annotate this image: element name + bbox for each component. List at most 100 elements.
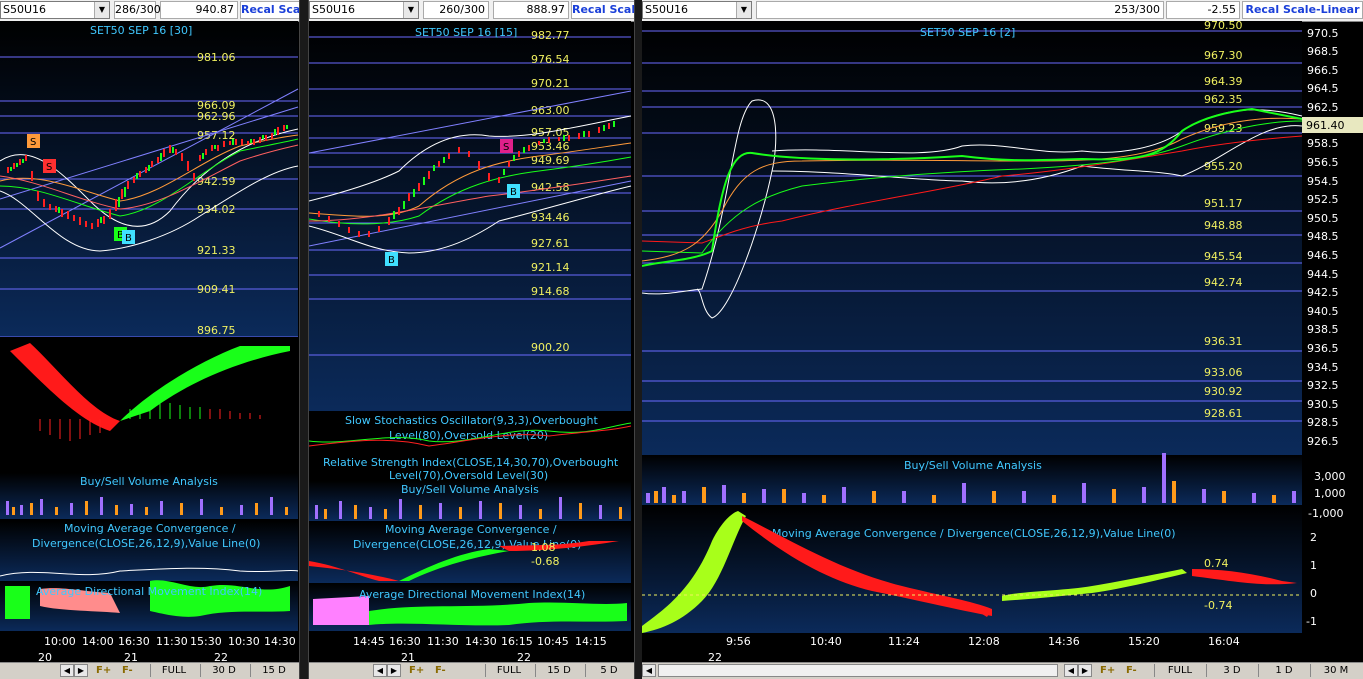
full-button[interactable]: FULL xyxy=(1154,664,1205,677)
recal-scale-button[interactable]: Recal Scale-Linear xyxy=(1242,1,1363,19)
last-price: -2.55 xyxy=(1166,1,1240,19)
level-label: 921.14 xyxy=(531,261,570,274)
symbol-select[interactable]: S50U16 ▼ xyxy=(309,1,419,19)
y-axis-label: 934.5 xyxy=(1307,361,1339,374)
scroll-left-icon[interactable]: ◀ xyxy=(642,664,656,677)
range-5d-button[interactable]: 5 D xyxy=(585,664,632,677)
y-axis-label: 968.5 xyxy=(1307,45,1339,58)
zoom-out-icon[interactable]: F- xyxy=(122,664,133,677)
scroll-right-icon[interactable]: ▶ xyxy=(74,664,88,677)
last-price: 940.87 xyxy=(160,1,238,19)
macd-value: 1.08 xyxy=(531,541,556,554)
macd-axis-label: 2 xyxy=(1310,531,1317,544)
panel-splitter[interactable] xyxy=(299,0,309,679)
recal-scale-button[interactable]: Recal Scale xyxy=(240,1,304,19)
scroll-right-icon[interactable]: ▶ xyxy=(1078,664,1092,677)
macd-value: -0.68 xyxy=(531,555,559,568)
pane-title: Divergence(CLOSE,26,12,9),Value Line(0) xyxy=(32,537,260,550)
scroll-left-icon[interactable]: ◀ xyxy=(373,664,387,677)
panel-bottom-bar: ◀ ▶ F+ F- FULL 30 D 15 D xyxy=(0,662,304,679)
time-label: 11:30 xyxy=(156,635,188,648)
volume-axis-label: -1,000 xyxy=(1308,507,1343,520)
full-button[interactable]: FULL xyxy=(485,664,532,677)
macd-value: -0.74 xyxy=(1204,599,1232,612)
level-label: 962.96 xyxy=(197,110,236,123)
level-label: 930.92 xyxy=(1204,385,1243,398)
symbol-select[interactable]: S50U16 ▼ xyxy=(642,1,752,19)
chevron-down-icon[interactable]: ▼ xyxy=(403,2,418,18)
chart-panel-2min: S50U16 ▼ 253/300 -2.55 Recal Scale-Linear… xyxy=(642,0,1363,679)
level-label: 909.41 xyxy=(197,283,236,296)
range-30d-button[interactable]: 30 D xyxy=(200,664,247,677)
bar-count: 253/300 xyxy=(756,1,1164,19)
pane-title: Buy/Sell Volume Analysis xyxy=(401,483,539,496)
zoom-in-icon[interactable]: F+ xyxy=(96,664,111,677)
symbol-select[interactable]: S50U16 ▼ xyxy=(0,1,110,19)
chevron-down-icon[interactable]: ▼ xyxy=(736,2,751,18)
y-axis-label: 928.5 xyxy=(1307,416,1339,429)
y-axis-label: 964.5 xyxy=(1307,82,1339,95)
sell-marker-label: S xyxy=(30,137,36,148)
range-1d-button[interactable]: 1 D xyxy=(1258,664,1309,677)
level-label: 900.20 xyxy=(531,341,570,354)
chevron-down-icon[interactable]: ▼ xyxy=(94,2,109,18)
scroll-left-icon[interactable]: ◀ xyxy=(60,664,74,677)
level-label: 970.21 xyxy=(531,77,570,90)
range-3d-button[interactable]: 3 D xyxy=(1206,664,1257,677)
sell-marker-label: S xyxy=(503,142,509,153)
macd-axis-label: -1 xyxy=(1306,615,1317,628)
volume-axis-label: 1,000 xyxy=(1314,487,1346,500)
panel-bottom-bar: ◀ ◀ ▶ F+ F- FULL 3 D 1 D 30 M xyxy=(642,662,1363,679)
price-chart[interactable]: SET50 SEP 16 [30] 981.06 966.09 962.96 9… xyxy=(0,21,304,663)
range-15d-button[interactable]: 15 D xyxy=(535,664,582,677)
last-price: 888.97 xyxy=(493,1,569,19)
y-axis-label: 932.5 xyxy=(1307,379,1339,392)
y-axis-label: 948.5 xyxy=(1307,230,1339,243)
chart-title: SET50 SEP 16 [2] xyxy=(920,26,1015,39)
pane-title: Slow Stochastics Oscillator(9,3,3),Overb… xyxy=(345,414,598,427)
zoom-in-icon[interactable]: F+ xyxy=(409,664,424,677)
pane-title: Level(70),Oversold Level(30) xyxy=(389,469,548,482)
buy-marker-label: B xyxy=(125,233,132,244)
chart-panel-30min: S50U16 ▼ 286/300 940.87 Recal Scale SET50… xyxy=(0,0,304,679)
level-label: 951.17 xyxy=(1204,197,1243,210)
chart-panel-15min: S50U16 ▼ 260/300 888.97 Recal Scale SET50… xyxy=(309,0,635,679)
time-label: 11:30 xyxy=(427,635,459,648)
time-label: 11:24 xyxy=(888,635,920,648)
y-axis-label: 952.5 xyxy=(1307,193,1339,206)
y-axis-label: 954.5 xyxy=(1307,175,1339,188)
y-axis-label: 950.5 xyxy=(1307,212,1339,225)
range-15d-button[interactable]: 15 D xyxy=(250,664,297,677)
recal-scale-button[interactable]: Recal Scale xyxy=(571,1,635,19)
price-chart[interactable]: SET50 SEP 16 [2] 970.50 967.30 964.39 96… xyxy=(642,21,1363,663)
zoom-out-icon[interactable]: F- xyxy=(435,664,446,677)
level-label: 942.58 xyxy=(531,181,570,194)
buy-marker-label: B xyxy=(388,255,395,266)
scroll-right-icon[interactable]: ▶ xyxy=(387,664,401,677)
chart-title: SET50 SEP 16 [30] xyxy=(90,24,192,37)
level-label: 962.35 xyxy=(1204,93,1243,106)
y-axis-label: 946.5 xyxy=(1307,249,1339,262)
y-axis-label: 966.5 xyxy=(1307,64,1339,77)
level-label: 970.50 xyxy=(1204,21,1243,32)
zoom-out-icon[interactable]: F- xyxy=(1126,664,1137,677)
horizontal-scrollbar[interactable] xyxy=(658,664,1058,677)
time-label: 14:30 xyxy=(465,635,497,648)
symbol-value: S50U16 xyxy=(312,3,356,16)
level-label: 934.46 xyxy=(531,211,570,224)
zoom-in-icon[interactable]: F+ xyxy=(1100,664,1115,677)
range-30m-button[interactable]: 30 M xyxy=(1310,664,1361,677)
price-chart[interactable]: SET50 SEP 16 [15] 982.77 976.54 970.21 9… xyxy=(309,21,635,663)
time-label: 16:15 xyxy=(501,635,533,648)
pane-title: Moving Average Convergence / xyxy=(64,522,236,535)
symbol-value: S50U16 xyxy=(3,3,47,16)
y-axis-label: 942.5 xyxy=(1307,286,1339,299)
time-label: 14:36 xyxy=(1048,635,1080,648)
y-axis-label: 940.5 xyxy=(1307,305,1339,318)
symbol-value: S50U16 xyxy=(645,3,689,16)
level-label: 964.39 xyxy=(1204,75,1243,88)
level-label: 927.61 xyxy=(531,237,570,250)
y-axis-label: 936.5 xyxy=(1307,342,1339,355)
scroll-left-icon[interactable]: ◀ xyxy=(1064,664,1078,677)
full-button[interactable]: FULL xyxy=(150,664,197,677)
